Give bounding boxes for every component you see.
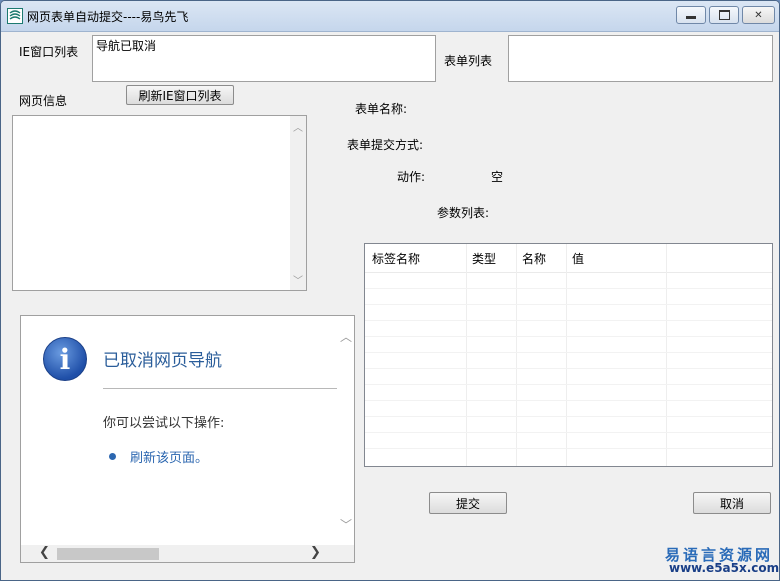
column-divider xyxy=(517,244,567,466)
table-row-line xyxy=(365,368,772,369)
ie-window-list-label: IE窗口列表 xyxy=(19,45,79,59)
form-name-label: 表单名称: xyxy=(355,102,408,116)
form-list-field[interactable] xyxy=(508,35,773,82)
form-submit-method-label: 表单提交方式: xyxy=(347,138,424,152)
column-header-type[interactable]: 类型 xyxy=(472,250,496,267)
ie-window-list-value: 导航已取消 xyxy=(96,39,157,53)
submit-button[interactable]: 提交 xyxy=(429,492,507,514)
column-header-tag-name[interactable]: 标签名称 xyxy=(372,250,420,267)
scroll-right-icon[interactable]: ❯ xyxy=(310,545,321,560)
title-bar[interactable]: 网页表单自动提交----易鸟先飞 ✕ xyxy=(1,1,779,32)
action-value: 空 xyxy=(491,170,504,184)
scroll-up-icon[interactable]: ︿ xyxy=(293,119,303,134)
column-header-value[interactable]: 值 xyxy=(572,250,584,267)
scroll-up-icon[interactable]: ︿ xyxy=(340,328,352,345)
column-divider xyxy=(467,244,517,466)
main-window: 网页表单自动提交----易鸟先飞 ✕ IE窗口列表 导航已取消 表单列表 网页信… xyxy=(0,0,780,581)
table-row-line xyxy=(365,416,772,417)
column-divider xyxy=(365,244,467,466)
table-row-line xyxy=(365,320,772,321)
refresh-ie-list-button[interactable]: 刷新IE窗口列表 xyxy=(126,85,234,105)
refresh-page-link[interactable]: 刷新该页面。 xyxy=(130,447,208,466)
scrollbar-thumb[interactable] xyxy=(57,548,159,560)
cancel-button[interactable]: 取消 xyxy=(693,492,771,514)
table-row-line xyxy=(365,336,772,337)
embedded-browser[interactable]: i 已取消网页导航 你可以尝试以下操作: 刷新该页面。 ︿ ﹀ ❮ ❯ xyxy=(20,315,355,563)
close-button[interactable]: ✕ xyxy=(742,6,775,24)
page-info-label: 网页信息 xyxy=(19,94,68,108)
bullet-icon xyxy=(109,453,116,460)
app-icon xyxy=(7,8,23,24)
table-row-line xyxy=(365,400,772,401)
navigation-cancelled-title: 已取消网页导航 xyxy=(103,351,222,371)
close-icon: ✕ xyxy=(754,9,763,21)
maximize-button[interactable] xyxy=(709,6,739,24)
browser-horizontal-scrollbar[interactable]: ❮ ❯ xyxy=(21,545,354,562)
ie-window-list-field[interactable]: 导航已取消 xyxy=(92,35,436,82)
column-divider xyxy=(567,244,667,466)
scroll-down-icon[interactable]: ﹀ xyxy=(340,516,352,533)
action-label: 动作: xyxy=(397,170,426,184)
table-row-line xyxy=(365,384,772,385)
param-table[interactable]: 标签名称 类型 名称 值 xyxy=(364,243,773,467)
column-header-name[interactable]: 名称 xyxy=(522,250,546,267)
table-row-line xyxy=(365,432,772,433)
table-row-line xyxy=(365,288,772,289)
page-info-scrollbar[interactable]: ︿ ﹀ xyxy=(290,116,306,290)
minimize-icon xyxy=(686,16,696,19)
page-info-textarea[interactable]: ︿ ﹀ xyxy=(12,115,307,291)
param-list-label: 参数列表: xyxy=(437,206,490,220)
maximize-icon xyxy=(718,10,730,20)
table-row-line xyxy=(365,352,772,353)
window-title: 网页表单自动提交----易鸟先飞 xyxy=(27,10,189,24)
table-row-line xyxy=(365,448,772,449)
try-following-text: 你可以尝试以下操作: xyxy=(103,416,225,431)
form-list-label: 表单列表 xyxy=(444,54,493,68)
browser-vertical-scrollbar[interactable]: ︿ ﹀ xyxy=(337,316,354,545)
info-icon: i xyxy=(43,337,87,381)
watermark-url: www.e5a5x.com xyxy=(669,561,780,575)
divider xyxy=(103,388,337,389)
table-row-line xyxy=(365,304,772,305)
scroll-down-icon[interactable]: ﹀ xyxy=(293,272,303,287)
minimize-button[interactable] xyxy=(676,6,706,24)
scroll-left-icon[interactable]: ❮ xyxy=(39,545,50,560)
